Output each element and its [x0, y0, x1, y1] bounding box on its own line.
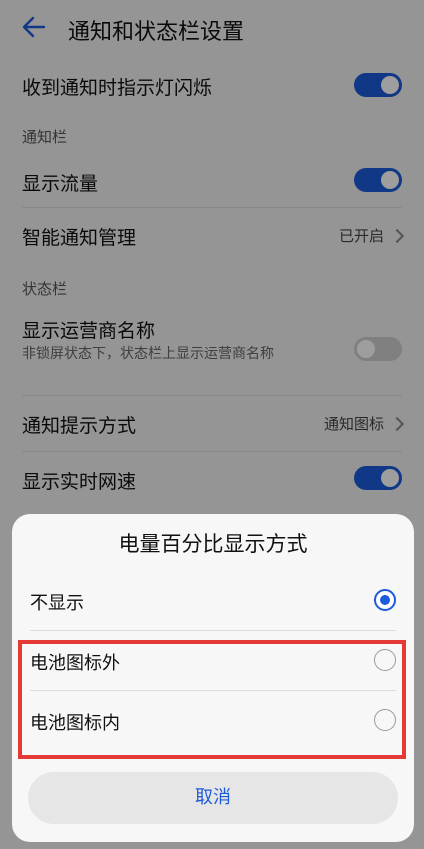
cancel-button[interactable]: 取消 — [28, 772, 398, 824]
dialog-title: 电量百分比显示方式 — [118, 532, 308, 556]
divider — [30, 630, 396, 631]
option-hide[interactable]: 不显示 — [12, 572, 414, 630]
option-label: 不显示 — [30, 593, 84, 614]
highlight-box — [18, 640, 406, 759]
radio-selected-icon[interactable] — [374, 589, 396, 611]
